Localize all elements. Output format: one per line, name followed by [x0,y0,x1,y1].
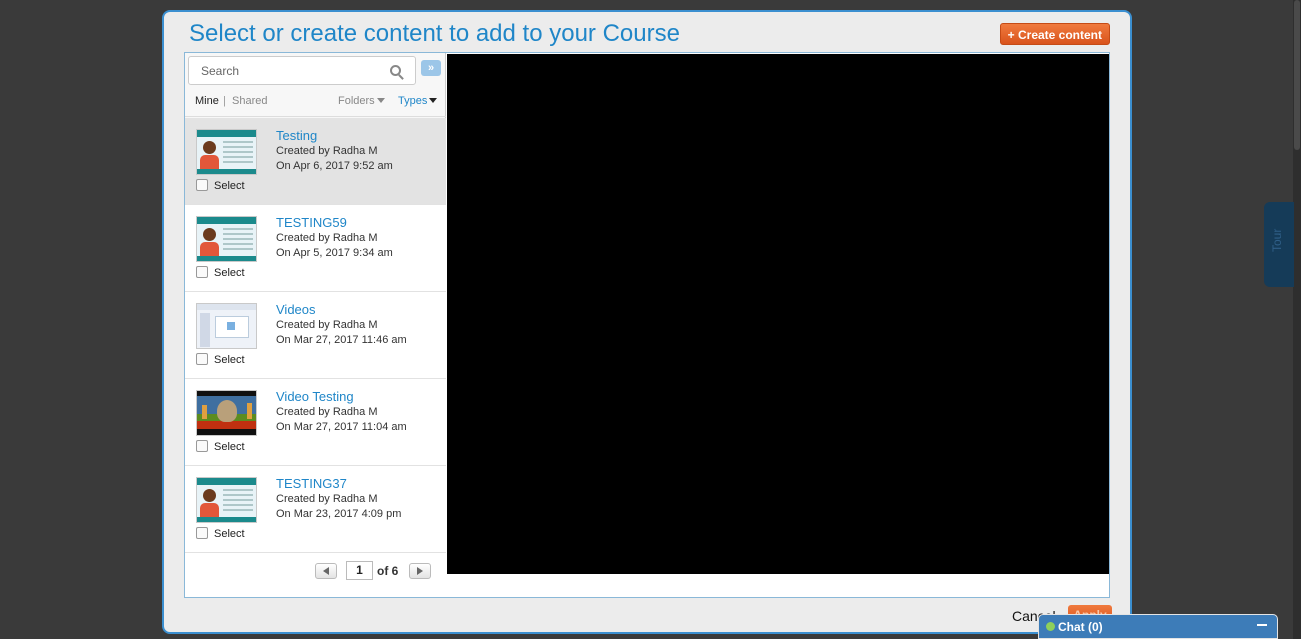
select-checkbox[interactable] [196,353,208,365]
next-page-button[interactable] [409,563,431,579]
item-author: Created by Radha M [276,493,378,505]
item-author: Created by Radha M [276,319,378,331]
content-list: Testing Created by Radha M On Apr 6, 201… [185,118,446,553]
content-thumbnail[interactable] [196,390,257,436]
item-title[interactable]: TESTING59 [276,215,347,230]
online-status-icon [1046,622,1055,631]
select-label[interactable]: Select [214,528,245,540]
select-checkbox[interactable] [196,266,208,278]
select-label[interactable]: Select [214,354,245,366]
content-thumbnail[interactable] [196,129,257,175]
types-dropdown[interactable]: Types [398,95,438,107]
page-number-input[interactable]: 1 [346,561,373,580]
item-author: Created by Radha M [276,145,378,157]
pagination: 1 of 6 [185,553,446,597]
prev-page-button[interactable] [315,563,337,579]
item-title[interactable]: TESTING37 [276,476,347,491]
item-author: Created by Radha M [276,406,378,418]
select-checkbox[interactable] [196,440,208,452]
search-box [188,56,416,85]
minimize-icon[interactable] [1257,624,1267,626]
search-icon[interactable] [390,65,401,76]
item-title[interactable]: Video Testing [276,389,354,404]
item-date: On Mar 23, 2017 4:09 pm [276,508,402,520]
content-preview [447,54,1109,574]
chevron-down-icon [376,98,385,103]
folders-dropdown[interactable]: Folders [338,95,385,107]
chevron-left-icon [323,567,329,575]
tour-label: Tour [1270,228,1284,252]
page-scrollbar[interactable] [1293,0,1301,639]
content-picker-modal: Select or create content to add to your … [162,10,1132,634]
create-content-button[interactable]: + Create content [999,23,1110,45]
select-label[interactable]: Select [214,180,245,192]
item-date: On Apr 6, 2017 9:52 am [276,160,393,172]
select-label[interactable]: Select [214,267,245,279]
scrollbar-thumb[interactable] [1294,0,1300,150]
select-checkbox[interactable] [196,527,208,539]
filter-mine[interactable]: Mine [195,95,219,107]
list-item[interactable]: TESTING37 Created by Radha M On Mar 23, … [185,466,446,553]
chevron-right-icon [417,567,423,575]
tour-tab[interactable]: Tour [1264,202,1294,287]
types-label: Types [398,95,428,107]
item-title[interactable]: Videos [276,302,316,317]
list-item[interactable]: Videos Created by Radha M On Mar 27, 201… [185,292,446,379]
content-list-panel: » Mine | Shared Folders Types Testing Cr… [185,53,446,597]
page-total: of 6 [377,564,399,578]
content-thumbnail[interactable] [196,216,257,262]
content-thumbnail[interactable] [196,477,257,523]
select-checkbox[interactable] [196,179,208,191]
folders-label: Folders [338,95,375,107]
chat-label: Chat (0) [1058,620,1103,634]
item-date: On Mar 27, 2017 11:04 am [276,421,407,433]
select-label[interactable]: Select [214,441,245,453]
list-item[interactable]: Video Testing Created by Radha M On Mar … [185,379,446,466]
list-item[interactable]: Testing Created by Radha M On Apr 6, 201… [185,118,446,205]
list-item[interactable]: TESTING59 Created by Radha M On Apr 5, 2… [185,205,446,292]
content-frame: » Mine | Shared Folders Types Testing Cr… [184,52,1110,598]
chevron-down-icon [429,98,438,103]
content-thumbnail[interactable] [196,303,257,349]
filter-separator: | [223,95,226,107]
filter-bar: Mine | Shared Folders Types [185,89,446,117]
item-author: Created by Radha M [276,232,378,244]
item-date: On Mar 27, 2017 11:46 am [276,334,407,346]
search-input[interactable] [201,57,381,84]
item-title[interactable]: Testing [276,128,317,143]
filter-shared[interactable]: Shared [232,95,267,107]
chat-bar[interactable]: Chat (0) [1038,614,1278,639]
item-date: On Apr 5, 2017 9:34 am [276,247,393,259]
modal-title: Select or create content to add to your … [189,20,680,47]
expand-panel-button[interactable]: » [421,60,441,76]
